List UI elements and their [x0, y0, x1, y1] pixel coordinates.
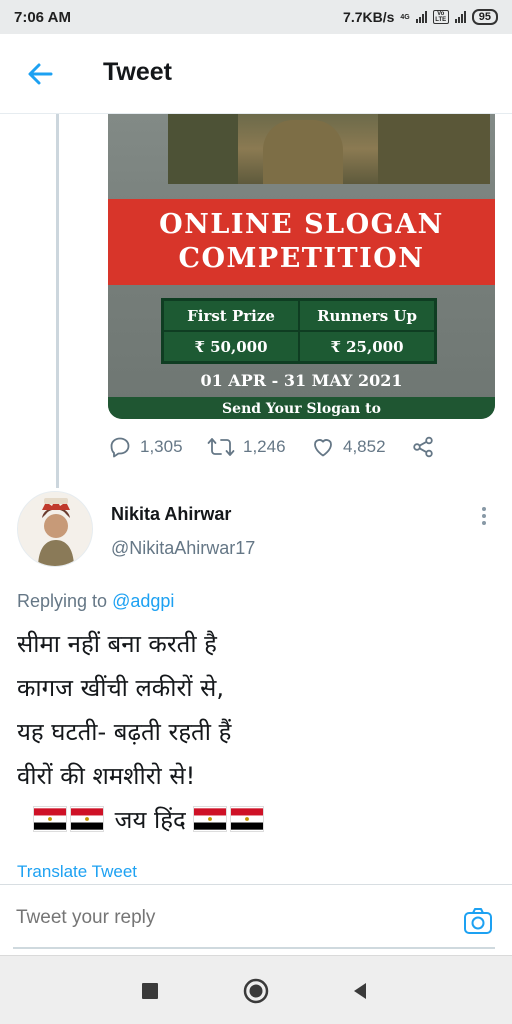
page-title: Tweet — [103, 58, 172, 86]
prize-value-runners: ₹ 25,000 — [299, 331, 435, 362]
flag-egypt-icon — [33, 806, 67, 832]
tweet-media-image[interactable]: ONLINE SLOGAN COMPETITION First Prize Ru… — [108, 114, 495, 419]
poster-banner-line2: COMPETITION — [178, 243, 425, 274]
poster-footer: Send Your Slogan to — [108, 397, 495, 419]
status-time: 7:06 AM — [14, 8, 71, 26]
prize-value-first: ₹ 50,000 — [163, 331, 299, 362]
signal-icon-2 — [454, 11, 466, 23]
reply-input-underline — [13, 947, 495, 949]
share-button[interactable] — [411, 435, 435, 459]
back-nav-button[interactable] — [345, 976, 375, 1006]
reply-composer — [0, 884, 512, 950]
tweet-closing: जय हिंद — [114, 806, 186, 834]
tweet-line: वीरों की शमशीरो से! — [17, 762, 196, 790]
tweet-closing-line: जय हिंद — [33, 798, 487, 842]
prize-value-row: ₹ 50,000 ₹ 25,000 — [163, 331, 435, 362]
like-count: 4,852 — [343, 437, 386, 456]
prize-header-row: First Prize Runners Up — [163, 300, 435, 331]
status-indicators: 7.7KB/s 4G Vo LTE 95 — [343, 9, 498, 25]
status-bar: 7:06 AM 7.7KB/s 4G Vo LTE 95 — [0, 0, 512, 34]
prize-table: First Prize Runners Up ₹ 50,000 ₹ 25,000 — [161, 298, 437, 364]
back-button[interactable] — [24, 58, 56, 90]
more-dot-icon — [482, 507, 486, 511]
recent-apps-icon — [142, 983, 158, 999]
reply-input[interactable] — [16, 907, 436, 929]
home-icon — [243, 978, 269, 1004]
user-handle[interactable]: @NikitaAhirwar17 — [111, 538, 255, 559]
replying-prefix: Replying to — [17, 591, 108, 611]
poster-photo — [168, 114, 490, 184]
replying-mention-link[interactable]: @adgpi — [112, 591, 174, 611]
battery-icon: 95 — [471, 9, 498, 25]
tweet-header: Tweet — [0, 34, 512, 114]
poster-dates: 01 APR - 31 MAY 2021 — [200, 371, 403, 390]
avatar[interactable] — [17, 491, 93, 567]
retweet-button[interactable]: 1,246 — [207, 435, 286, 459]
tweet-text: सीमा नहीं बना करती है कागज खींची लकीरों … — [17, 622, 487, 842]
tweet-line: यह घटती- बढ़ती रहती हैं — [17, 718, 232, 746]
retweet-icon — [207, 438, 235, 456]
network-speed: 7.7KB/s — [343, 9, 395, 25]
flag-egypt-icon — [70, 806, 104, 832]
network-type: 4G — [400, 13, 410, 21]
more-options-button[interactable] — [474, 505, 494, 527]
flag-egypt-icon — [193, 806, 228, 832]
system-nav-bar — [0, 955, 512, 1024]
arrow-left-icon — [28, 63, 53, 85]
back-icon — [354, 983, 366, 999]
poster-banner: ONLINE SLOGAN COMPETITION — [108, 199, 495, 285]
translate-tweet-link[interactable]: Translate Tweet — [17, 862, 137, 882]
home-button[interactable] — [241, 976, 271, 1006]
volte-icon: Vo LTE — [432, 10, 449, 24]
poster-banner-line1: ONLINE SLOGAN — [159, 209, 444, 240]
thread-connector — [56, 114, 59, 488]
retweet-count: 1,246 — [243, 437, 286, 456]
prize-header-runners: Runners Up — [299, 300, 435, 331]
flag-egypt-icon — [230, 806, 265, 832]
prize-header-first: First Prize — [163, 300, 299, 331]
reply-button[interactable]: 1,305 — [108, 435, 183, 459]
camera-icon — [464, 908, 492, 934]
reply-count: 1,305 — [140, 437, 183, 456]
camera-button[interactable] — [462, 905, 494, 937]
like-button[interactable]: 4,852 — [311, 435, 386, 459]
tweet-line: कागज खींची लकीरों से, — [17, 674, 224, 702]
recent-apps-button[interactable] — [135, 976, 165, 1006]
user-name[interactable]: Nikita Ahirwar — [111, 504, 231, 525]
share-icon — [413, 436, 433, 458]
avatar-image — [18, 492, 92, 566]
reply-icon — [110, 437, 130, 458]
tweet-line: सीमा नहीं बना करती है — [17, 630, 217, 658]
replying-to: Replying to @adgpi — [17, 591, 174, 612]
heart-icon — [314, 439, 332, 457]
signal-icon — [415, 11, 427, 23]
